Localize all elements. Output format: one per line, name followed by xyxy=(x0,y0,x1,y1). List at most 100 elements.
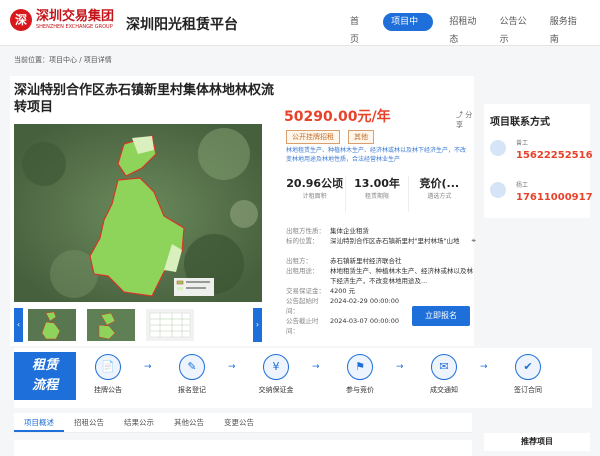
arrow-icon: → xyxy=(396,362,404,372)
process-step: ✉ 成交通知 xyxy=(414,354,474,395)
share-button[interactable]: ⤴ 分享 xyxy=(456,110,474,130)
logo-name-en: SHENZHEN EXCHANGE GROUP xyxy=(36,24,113,30)
detail-label: 公告起始时间： xyxy=(286,297,319,315)
thumb-map-icon xyxy=(28,309,76,341)
detail-label: 出租方： xyxy=(286,257,312,265)
location-icon[interactable]: ⌖ xyxy=(471,236,476,256)
arrow-icon: → xyxy=(312,362,320,372)
contact-phone[interactable]: 17611000917 xyxy=(516,192,593,203)
thumb-next-button[interactable]: › xyxy=(253,308,262,342)
process-step: 📄 挂牌公告 xyxy=(78,354,138,395)
avatar-icon xyxy=(490,182,506,198)
nav-project-center[interactable]: 项目中心 xyxy=(383,13,434,45)
detail-label: 出租方性质： xyxy=(286,227,325,235)
notice-icon: ✉ xyxy=(431,354,457,380)
detail-tabs: 项目概述 招租公告 结果公示 其他公告 变更公告 xyxy=(14,413,472,433)
process-step: ✔ 签订合同 xyxy=(498,354,558,395)
tab-change[interactable]: 变更公告 xyxy=(214,413,264,432)
step-label: 挂牌公告 xyxy=(94,386,122,394)
avatar-icon xyxy=(490,140,506,156)
nav-rental-news[interactable]: 招租动态 xyxy=(449,13,483,45)
step-label: 签订合同 xyxy=(514,386,542,394)
tab-overview[interactable]: 项目概述 xyxy=(14,413,64,432)
step-label: 参与竞价 xyxy=(346,386,374,394)
tag-category: 其他 xyxy=(348,130,374,144)
usage-description: 林地租赁生产、种植林木生产、经济林或林以及林下经济生产，不改变林地用途及林地性质… xyxy=(286,147,467,163)
project-card: 深汕特别合作区赤石镇新里村集体林地林权流转项目 ‹ › 50290.00元/年 … xyxy=(10,76,476,346)
contact-person: 杨工 17611000917 xyxy=(490,178,593,214)
apply-button[interactable]: 立即报名 xyxy=(412,306,470,326)
stat-method-label: 遴选方式 xyxy=(427,193,452,200)
stat-term: 13.00年 租赁期限 xyxy=(346,176,409,212)
thumbnail-2[interactable] xyxy=(87,309,135,341)
contact-person: 曾工 15622252516 xyxy=(490,136,593,172)
process-step: ¥ 交纳保证金 xyxy=(246,354,306,395)
logo-name: 深圳交易集团 xyxy=(36,9,115,24)
site-header: 深 深圳交易集团 SHENZHEN EXCHANGE GROUP 深圳阳光租赁平… xyxy=(0,0,600,46)
stat-term-value: 13.00年 xyxy=(354,177,400,190)
site-logo[interactable]: 深 深圳交易集团 SHENZHEN EXCHANGE GROUP xyxy=(10,9,114,31)
contact-phone[interactable]: 15622252516 xyxy=(516,150,593,161)
detail-value: 深汕特别合作区赤石镇新里村"里村林场"山地 xyxy=(330,237,460,245)
logo-mark-icon: 深 xyxy=(10,9,32,31)
detail-row: 标的位置： 深汕特别合作区赤石镇新里村"里村林场"山地 ⌖ xyxy=(286,236,476,256)
platform-title: 深圳阳光租赁平台 xyxy=(126,17,238,33)
main-nav: 首页 项目中心 招租动态 公告公示 服务指南 xyxy=(350,13,600,45)
detail-row: 交易保证金： 4200 元 xyxy=(286,286,476,296)
contact-name: 曾工 xyxy=(516,140,529,147)
stat-term-label: 租赁期限 xyxy=(364,193,389,200)
detail-value: 集体企业租赁 xyxy=(330,227,369,235)
detail-row: 出租用途： 林地租赁生产、种植林木生产、经济林或林以及林下经济生产，不改变林地用… xyxy=(286,266,476,286)
detail-value: 4200 元 xyxy=(330,287,356,295)
stat-area-value: 20.96公顷 xyxy=(286,177,344,190)
stat-method: 竞价(... 遴选方式 xyxy=(409,176,470,212)
contact-panel: 项目联系方式 曾工 15622252516 杨工 17611000917 xyxy=(484,104,593,218)
document-icon: 📄 xyxy=(95,354,121,380)
nav-home[interactable]: 首页 xyxy=(350,13,367,45)
process-title: 租赁 流程 xyxy=(14,352,76,400)
map-image[interactable] xyxy=(14,124,262,302)
tag-listing-type: 公开挂牌招租 xyxy=(286,130,340,144)
detail-label: 出租用途： xyxy=(286,267,319,275)
stat-area-label: 计租面积 xyxy=(302,193,327,200)
step-label: 交纳保证金 xyxy=(258,386,294,394)
detail-label: 公告截止时间： xyxy=(286,317,319,335)
project-stats: 20.96公顷 计租面积 13.00年 租赁期限 竞价(... 遴选方式 xyxy=(284,176,470,212)
rental-price: 50290.00元/年 xyxy=(284,109,391,125)
detail-label: 交易保证金： xyxy=(286,287,325,295)
breadcrumb: 当前位置：项目中心 / 项目详情 xyxy=(14,56,112,64)
arrow-icon: → xyxy=(228,362,236,372)
arrow-icon: → xyxy=(144,362,152,372)
stat-area: 20.96公顷 计租面积 xyxy=(284,176,347,212)
step-label: 成交通知 xyxy=(430,386,458,394)
detail-label: 标的位置： xyxy=(286,237,319,245)
contact-title: 项目联系方式 xyxy=(490,117,550,128)
process-step: ✎ 报名登记 xyxy=(162,354,222,395)
tab-content xyxy=(14,440,472,456)
detail-value: 赤石镇新里村经济联合社 xyxy=(330,257,402,265)
thumbnail-1[interactable] xyxy=(28,309,76,341)
nav-announcements[interactable]: 公告公示 xyxy=(500,13,534,45)
bid-icon: ⚑ xyxy=(347,354,373,380)
arrow-icon: → xyxy=(480,362,488,372)
process-title-line1: 租赁 xyxy=(31,358,58,373)
share-icon: ⤴ xyxy=(456,111,463,119)
thumbnail-3[interactable] xyxy=(146,309,194,341)
nav-service-guide[interactable]: 服务指南 xyxy=(550,13,584,45)
map-render xyxy=(14,124,262,302)
contract-icon: ✔ xyxy=(515,354,541,380)
project-title: 深汕特别合作区赤石镇新里村集体林地林权流转项目 xyxy=(14,83,275,115)
tab-other[interactable]: 其他公告 xyxy=(164,413,214,432)
detail-row: 出租方： 赤石镇新里村经济联合社 xyxy=(286,256,476,266)
contact-name: 杨工 xyxy=(516,182,529,189)
tab-announcement[interactable]: 招租公告 xyxy=(64,413,114,432)
thumb-prev-button[interactable]: ‹ xyxy=(14,308,23,342)
detail-row: 出租方性质： 集体企业租赁 xyxy=(286,226,476,236)
rental-process: 租赁 流程 📄 挂牌公告 → ✎ 报名登记 → ¥ 交纳保证金 → ⚑ 参与竞价… xyxy=(14,348,592,408)
tab-result[interactable]: 结果公示 xyxy=(114,413,164,432)
process-title-line2: 流程 xyxy=(31,378,58,393)
thumb-map-icon xyxy=(87,309,135,341)
detail-value: 林地租赁生产、种植林木生产、经济林或林以及林下经济生产，不改变林地用途及... xyxy=(330,267,473,285)
process-step: ⚑ 参与竞价 xyxy=(330,354,390,395)
register-icon: ✎ xyxy=(179,354,205,380)
